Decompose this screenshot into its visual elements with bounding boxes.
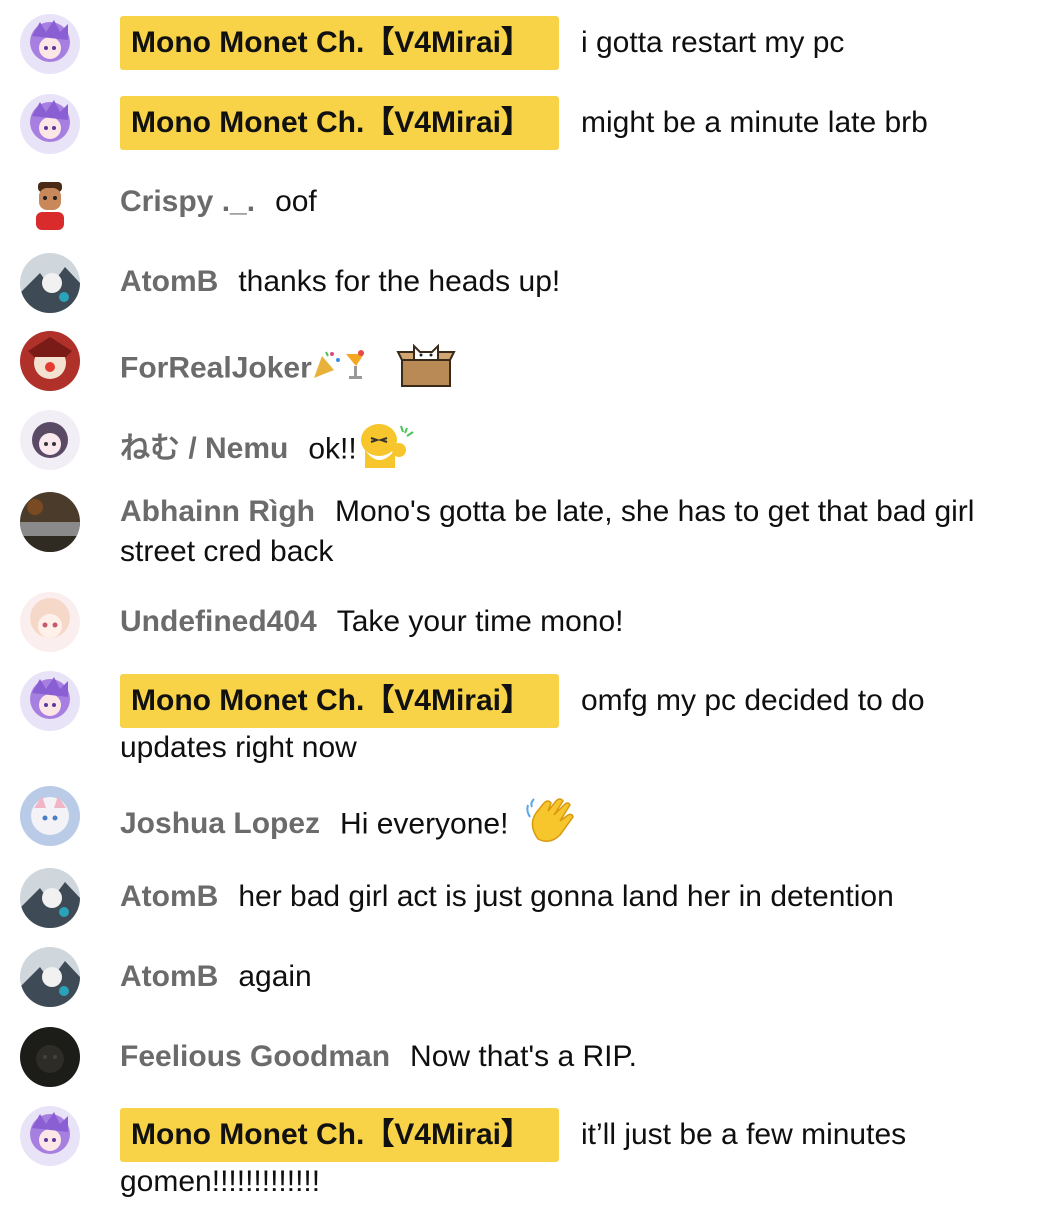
author-name[interactable]: Crispy ._. <box>120 185 255 218</box>
avatar[interactable] <box>20 492 80 552</box>
message-text: oof <box>275 185 317 218</box>
author-name-owner-badge[interactable]: Mono Monet Ch.【V4Mirai】 <box>120 674 559 728</box>
message-text: Hi everyone! <box>340 807 509 841</box>
author-name[interactable]: AtomB <box>120 960 218 993</box>
avatar[interactable] <box>20 14 80 74</box>
avatar[interactable] <box>20 786 80 846</box>
avatar[interactable] <box>20 174 80 234</box>
message-text: might be a minute late brb <box>581 106 928 139</box>
author-name[interactable]: ねむ / Nemu <box>120 432 288 465</box>
avatar[interactable] <box>20 94 80 154</box>
avatar[interactable] <box>20 671 80 731</box>
author-name[interactable]: AtomB <box>120 265 218 298</box>
message-text: ok!! <box>308 432 357 466</box>
author-name[interactable]: Joshua Lopez <box>120 807 320 840</box>
yellow-mascot-emote <box>357 420 423 481</box>
author-name[interactable]: AtomB <box>120 880 218 913</box>
avatar[interactable] <box>20 947 80 1007</box>
author-name-owner-badge[interactable]: Mono Monet Ch.【V4Mirai】 <box>120 1108 559 1162</box>
message-text: Take your time mono! <box>336 605 624 638</box>
message-text: i gotta restart my pc <box>581 26 845 59</box>
avatar[interactable] <box>20 410 80 470</box>
cat-in-box-emote <box>396 340 456 399</box>
message-text: again <box>238 960 312 993</box>
waving-hand-icon <box>524 795 578 856</box>
message-text: Now that's a RIP. <box>410 1040 637 1073</box>
avatar[interactable] <box>20 868 80 928</box>
author-name[interactable]: Undefined404 <box>120 605 317 638</box>
avatar[interactable] <box>20 1106 80 1166</box>
tropical-drink-icon <box>344 348 366 391</box>
avatar[interactable] <box>20 253 80 313</box>
author-name-owner-badge[interactable]: Mono Monet Ch.【V4Mirai】 <box>120 16 559 70</box>
message-text: thanks for the heads up! <box>238 265 561 298</box>
avatar[interactable] <box>20 331 80 391</box>
author-name[interactable]: Abhainn Rìgh <box>120 495 315 528</box>
author-name[interactable]: Feelious Goodman <box>120 1040 390 1073</box>
avatar[interactable] <box>20 1027 80 1087</box>
avatar[interactable] <box>20 592 80 652</box>
party-popper-icon <box>312 348 342 391</box>
message-text: her bad girl act is just gonna land her … <box>238 880 894 913</box>
author-name-owner-badge[interactable]: Mono Monet Ch.【V4Mirai】 <box>120 96 559 150</box>
author-name[interactable]: ForRealJoker <box>120 351 312 384</box>
